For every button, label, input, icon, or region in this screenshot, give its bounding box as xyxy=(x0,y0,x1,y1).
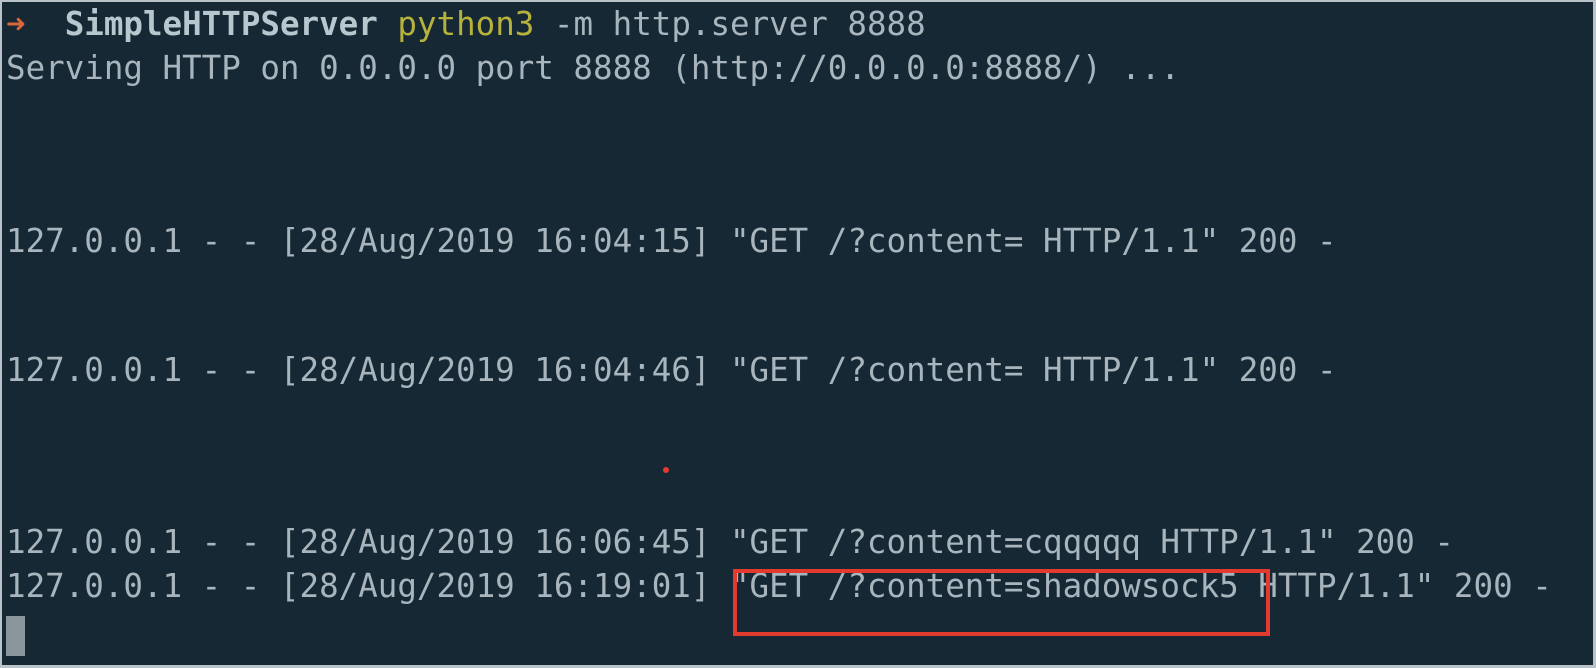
current-directory: SimpleHTTPServer xyxy=(64,5,378,43)
log-line: 127.0.0.1 - - [28/Aug/2019 16:06:45] "GE… xyxy=(6,523,1454,561)
annotation-dot xyxy=(663,467,669,473)
prompt-line: ➜ SimpleHTTPServer python3 -m http.serve… xyxy=(6,2,926,46)
terminal-window[interactable]: ➜ SimpleHTTPServer python3 -m http.serve… xyxy=(0,0,1596,668)
command-arguments: -m http.server 8888 xyxy=(553,5,926,43)
terminal-cursor xyxy=(6,616,25,656)
serving-message: Serving HTTP on 0.0.0.0 port 8888 (http:… xyxy=(6,49,1180,87)
log-line: 127.0.0.1 - - [28/Aug/2019 16:04:46] "GE… xyxy=(6,351,1337,389)
log-line: 127.0.0.1 - - [28/Aug/2019 16:04:15] "GE… xyxy=(6,222,1337,260)
prompt-arrow-icon: ➜ xyxy=(6,5,26,43)
command-name: python3 xyxy=(397,5,535,43)
annotation-highlight-box xyxy=(733,569,1270,636)
